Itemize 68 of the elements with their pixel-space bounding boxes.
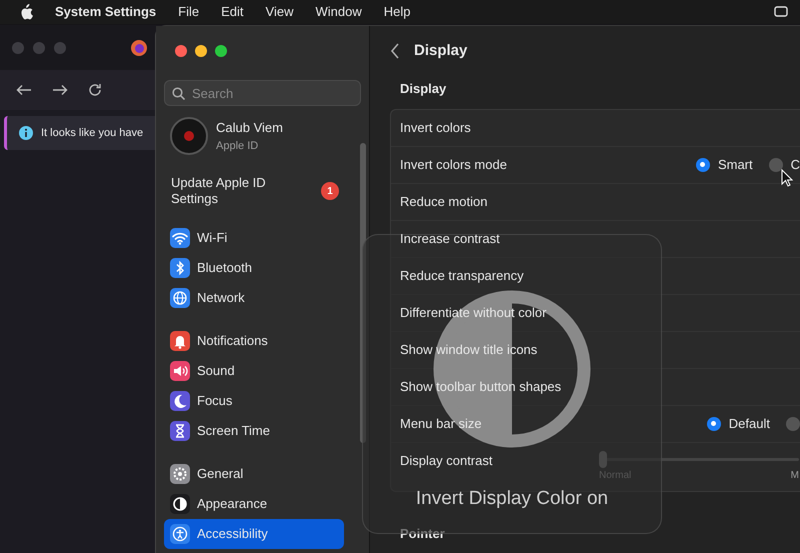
radio-label: Default [728, 414, 770, 433]
setting-label: Show window title icons [400, 340, 538, 359]
sidebar-label: Focus [197, 392, 232, 410]
notification-badge: 1 [321, 182, 339, 200]
menu-title[interactable]: System Settings [55, 2, 156, 22]
menu-item[interactable]: Help [384, 2, 410, 22]
sidebar-label: General [197, 465, 244, 484]
sidebar-item[interactable]: Bluetooth [164, 253, 344, 283]
setting-label: Invert colors mode [400, 156, 507, 174]
slider-max-label: M [790, 468, 799, 482]
sidebar-item[interactable]: Appearance [164, 489, 344, 519]
radio-label: Smart [718, 156, 753, 174]
radio-button[interactable] [696, 158, 710, 172]
browser-logo-icon[interactable] [130, 38, 148, 56]
setting-label: Menu bar size [400, 414, 482, 433]
setting-label: Display contrast [400, 452, 492, 470]
sidebar-item[interactable]: Notifications [164, 326, 344, 356]
mouse-pointer-icon [781, 169, 793, 187]
notification-text: It looks like you have [41, 126, 144, 141]
sidebar-label: Sound [197, 362, 235, 380]
avatar-circle[interactable] [170, 117, 208, 155]
close-button[interactable] [175, 45, 187, 57]
sidebar-item[interactable]: Network [164, 283, 344, 313]
back-arrow-icon[interactable] [16, 84, 32, 96]
info-icon [19, 126, 33, 140]
forward-arrow-icon[interactable] [52, 84, 68, 96]
minimize-button[interactable] [195, 45, 207, 57]
zoom-button[interactable] [215, 45, 227, 57]
page-title: Display [414, 40, 468, 61]
menu-item[interactable]: Window [315, 2, 362, 22]
sidebar-item[interactable]: General [164, 459, 344, 489]
hud-message: Invert Display Color on [416, 486, 608, 510]
slider-thumb[interactable] [599, 450, 607, 468]
section-heading: Pointer [400, 524, 446, 542]
sidebar-item[interactable]: Focus [164, 386, 344, 416]
sidebar-label: Accessibility [197, 525, 268, 544]
sidebar-item[interactable]: Sound [164, 356, 344, 386]
menu-item[interactable]: File [178, 2, 200, 22]
scrollbar[interactable] [360, 143, 366, 443]
radio-button[interactable] [706, 416, 721, 430]
reload-icon[interactable] [88, 83, 102, 97]
account-name[interactable]: Calub Viem [216, 118, 283, 138]
update-settings-link[interactable]: Update Apple ID Settings [171, 175, 291, 207]
sidebar-label: Bluetooth [197, 259, 252, 278]
section-heading: Display [400, 80, 448, 98]
account-subtitle: Apple ID [216, 138, 260, 154]
apple-logo-icon[interactable] [19, 4, 33, 20]
sidebar-label: Notifications [197, 332, 268, 350]
back-chevron-icon[interactable] [390, 43, 400, 59]
sidebar-label: Wi-Fi [197, 229, 228, 248]
setting-label: Invert colors [400, 118, 471, 137]
screen-mirror-icon[interactable] [774, 6, 788, 18]
search-field[interactable]: Search [164, 80, 361, 106]
radio-button[interactable] [786, 416, 800, 430]
sidebar-item[interactable]: Accessibility [164, 519, 344, 549]
sidebar-label: Screen Time [197, 422, 270, 440]
sidebar-label: Network [197, 289, 245, 308]
setting-label: Increase contrast [400, 230, 500, 248]
menu-item[interactable]: Edit [221, 2, 244, 22]
sidebar-item[interactable]: Wi-Fi [164, 223, 344, 253]
radio-label: C [790, 156, 800, 174]
sidebar-label: Appearance [197, 495, 268, 514]
radio-button[interactable] [768, 158, 783, 172]
search-icon [172, 87, 185, 100]
setting-label: Reduce transparency [400, 266, 524, 285]
setting-label: Reduce motion [400, 192, 488, 211]
sidebar-item[interactable]: Screen Time [164, 416, 344, 446]
menu-item[interactable]: View [266, 2, 294, 22]
